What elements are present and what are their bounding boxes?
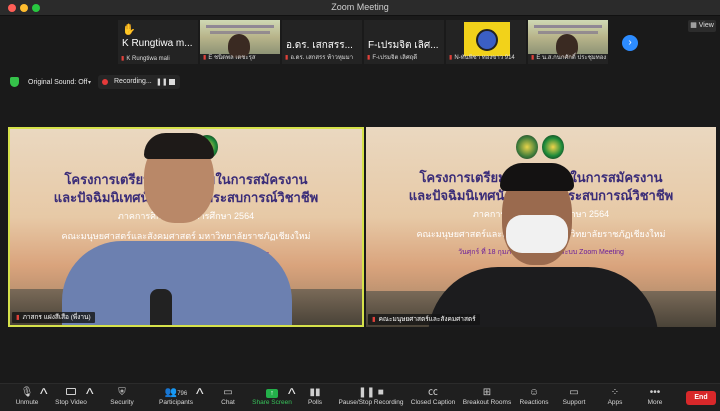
chevron-down-icon[interactable]: ▾ bbox=[88, 79, 91, 86]
polls-button[interactable]: ▮▮ Polls bbox=[304, 386, 326, 406]
participant-display-name: K Rungtiwa m... bbox=[122, 38, 193, 49]
cc-icon: ㏄ bbox=[428, 387, 438, 398]
video-camera-icon bbox=[52, 386, 90, 399]
participant-name: ▮ E ชนิดพล เตชะรุส bbox=[203, 55, 256, 61]
shield-icon: ⛨ bbox=[118, 387, 126, 398]
participants-icon: 👥796 bbox=[164, 387, 188, 398]
window-title: Zoom Meeting bbox=[331, 2, 389, 12]
more-button[interactable]: ••• More bbox=[644, 386, 666, 406]
participant-name: ▮ N-ทันพิชา ทองขาว 914 bbox=[449, 55, 515, 61]
share-options-caret[interactable]: ^ bbox=[288, 386, 296, 404]
participant-name: ▮ E น.ส.กนกศักดิ์ ประชุมทอง bbox=[531, 55, 607, 61]
mic-muted-icon: ▮ bbox=[16, 314, 20, 321]
recording-indicator: Recording... ❚❚ bbox=[98, 75, 180, 89]
video-pane-speaker[interactable]: โครงการเตรียมความพร้อมในการสมัครงาน และป… bbox=[8, 127, 364, 327]
reactions-button[interactable]: ☺ Reactions bbox=[518, 386, 550, 406]
breakout-rooms-icon: ⊞ bbox=[482, 387, 492, 398]
microphone-muted-icon: 🎙 bbox=[20, 387, 34, 398]
shield-icon[interactable] bbox=[10, 77, 19, 87]
mic-muted-icon: ▮ bbox=[449, 55, 453, 61]
view-button[interactable]: ▦ View bbox=[688, 20, 716, 32]
speaker-hair bbox=[144, 133, 214, 159]
mic-muted-icon: ▮ bbox=[121, 56, 125, 62]
gallery-tile[interactable]: อ.ดร. เสกสรร... ▮ อ.ดร. เสกสรร ท้าวหุมมา bbox=[282, 20, 362, 64]
view-grid-icon: ▦ bbox=[690, 22, 699, 29]
gallery-tile[interactable]: F-เปรมจิต เลิศ... ▮ F-เปรมจิต เลิศฤดี bbox=[364, 20, 444, 64]
participant-name: ▮ อ.ดร. เสกสรร ท้าวหุมมา bbox=[285, 55, 354, 61]
audio-options-caret[interactable]: ^ bbox=[40, 386, 48, 404]
gallery-tile[interactable]: ✋ K Rungtiwa m... ▮ K Rungtiwa mali bbox=[118, 20, 198, 64]
speaker-figure bbox=[62, 241, 292, 325]
apps-grid-icon: ⁘ bbox=[610, 387, 620, 398]
support-icon: ▭ bbox=[569, 387, 579, 398]
unmute-button[interactable]: 🎙 Unmute bbox=[12, 386, 42, 406]
stop-video-button[interactable]: Stop Video bbox=[52, 386, 90, 406]
microphone-icon bbox=[150, 289, 172, 325]
title-bar: Zoom Meeting bbox=[0, 0, 720, 16]
security-button[interactable]: ⛨ Security bbox=[106, 386, 138, 406]
bar-chart-icon: ▮▮ bbox=[309, 387, 321, 398]
participant-name-label: ▮ คณะมนุษยศาสตร์และสังคมศาสตร์ bbox=[368, 314, 480, 325]
stop-recording-button[interactable] bbox=[169, 79, 175, 85]
gallery-tile[interactable]: ▮ N-ทันพิชา ทองขาว 914 bbox=[446, 20, 526, 64]
participant-hair bbox=[500, 163, 574, 191]
participant-video bbox=[528, 20, 608, 58]
face-mask bbox=[506, 215, 568, 253]
pause-stop-icon: ❚❚ ■ bbox=[358, 387, 384, 398]
mic-muted-icon: ▮ bbox=[203, 55, 207, 61]
participants-options-caret[interactable]: ^ bbox=[196, 386, 204, 404]
mic-muted-icon: ▮ bbox=[285, 55, 289, 61]
recording-label: Recording... bbox=[114, 78, 152, 85]
end-meeting-button[interactable]: End bbox=[686, 391, 716, 405]
closed-caption-button[interactable]: ㏄ Closed Caption bbox=[410, 386, 456, 406]
original-sound-toggle[interactable]: Original Sound: Off bbox=[28, 79, 87, 86]
chat-button[interactable]: ▭ Chat bbox=[216, 386, 240, 406]
next-page-button[interactable]: › bbox=[622, 35, 638, 51]
participant-name: ▮ F-เปรมจิต เลิศฤดี bbox=[367, 55, 418, 61]
participant-name: ▮ K Rungtiwa mali bbox=[121, 56, 170, 62]
chevron-right-icon: › bbox=[628, 37, 632, 48]
participant-avatar-image bbox=[464, 22, 510, 56]
raised-hand-icon: ✋ bbox=[122, 24, 136, 36]
meeting-toolbar: 🎙 Unmute ^ Stop Video ^ ⛨ Security 👥796 … bbox=[0, 383, 720, 411]
faculty-logo-icon bbox=[542, 135, 564, 159]
gallery-strip: ✋ K Rungtiwa m... ▮ K Rungtiwa mali ▮ E ชน… bbox=[0, 16, 720, 68]
mic-muted-icon: ▮ bbox=[372, 316, 376, 323]
video-options-caret[interactable]: ^ bbox=[86, 386, 94, 404]
gallery-tile[interactable]: ▮ E น.ส.กนกศักดิ์ ประชุมทอง bbox=[528, 20, 608, 64]
pause-stop-recording-button[interactable]: ❚❚ ■ Pause/Stop Recording bbox=[338, 386, 404, 406]
gallery-tile[interactable]: ▮ E ชนิดพล เตชะรุส bbox=[200, 20, 280, 64]
university-logo-icon bbox=[516, 135, 538, 159]
video-pane-participant[interactable]: โครงการเตรียมความพร้อมในการสมัครงาน และป… bbox=[366, 127, 716, 327]
breakout-rooms-button[interactable]: ⊞ Breakout Rooms bbox=[462, 386, 512, 406]
apps-button[interactable]: ⁘ Apps bbox=[604, 386, 626, 406]
mic-muted-icon: ▮ bbox=[531, 55, 535, 61]
meeting-status-row: Original Sound: Off ▾ Recording... ❚❚ bbox=[0, 74, 720, 90]
record-icon bbox=[102, 79, 108, 85]
support-button[interactable]: ▭ Support bbox=[560, 386, 588, 406]
smiley-icon: ☺ bbox=[528, 387, 540, 398]
participant-display-name: F-เปรมจิต เลิศ... bbox=[368, 40, 439, 51]
participant-video bbox=[200, 20, 280, 58]
participant-display-name: อ.ดร. เสกสรร... bbox=[286, 40, 353, 51]
pause-recording-button[interactable]: ❚❚ bbox=[156, 78, 168, 86]
participants-button[interactable]: 👥796 Participants bbox=[154, 386, 198, 406]
participant-name-label: ▮ ภาสกร แฝงสีเสือ (พี่งาน) bbox=[12, 312, 95, 323]
chat-bubble-icon: ▭ bbox=[223, 387, 233, 398]
mic-muted-icon: ▮ bbox=[367, 55, 371, 61]
ellipsis-icon: ••• bbox=[649, 387, 661, 398]
